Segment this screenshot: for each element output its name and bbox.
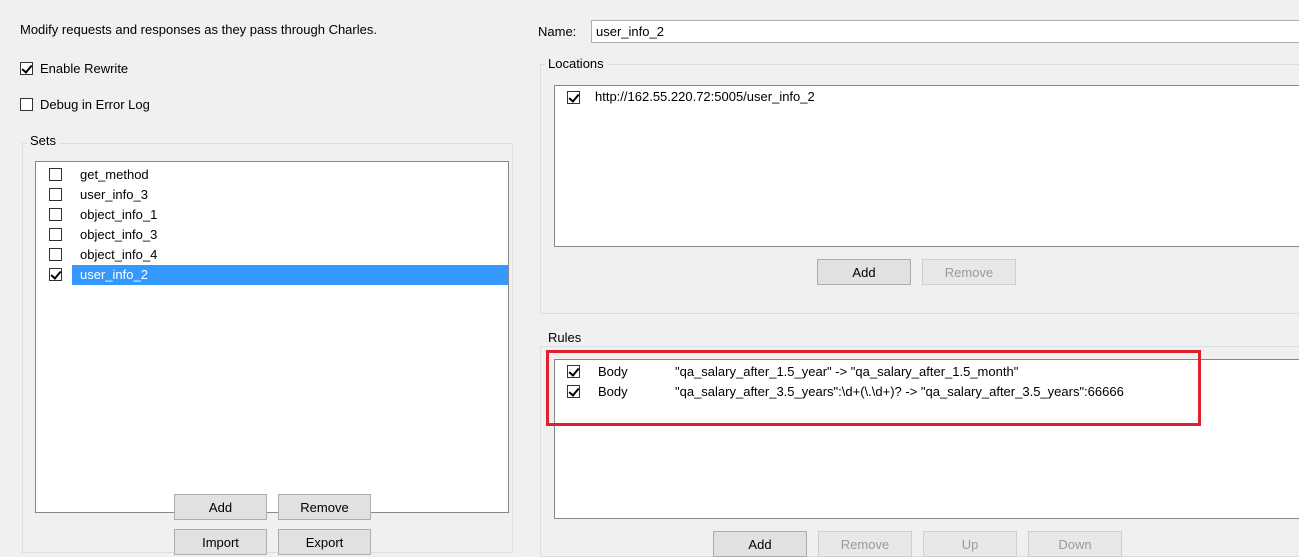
right-panel: Name: Locations http://162.55.220.72:500… xyxy=(521,0,1299,557)
set-label: user_info_3 xyxy=(80,187,148,202)
locations-remove-button[interactable]: Remove xyxy=(922,259,1016,285)
rule-type: Body xyxy=(598,364,628,379)
set-checkbox[interactable] xyxy=(49,248,62,261)
set-label: object_info_4 xyxy=(80,247,158,262)
location-checkbox[interactable] xyxy=(567,91,580,104)
rules-title: Rules xyxy=(545,330,585,345)
rule-type: Body xyxy=(598,384,628,399)
locations-list[interactable]: http://162.55.220.72:5005/user_info_2 xyxy=(554,85,1299,247)
rules-remove-button[interactable]: Remove xyxy=(818,531,912,557)
location-item[interactable]: http://162.55.220.72:5005/user_info_2 xyxy=(555,87,1299,107)
location-url: http://162.55.220.72:5005/user_info_2 xyxy=(595,89,815,104)
set-label: object_info_1 xyxy=(80,207,158,222)
sets-list[interactable]: get_method user_info_3 object_info_1object… xyxy=(35,161,509,513)
rule-text: "qa_salary_after_1.5_year" -> "qa_salary… xyxy=(675,364,1019,379)
enable-rewrite-label: Enable Rewrite xyxy=(40,61,129,76)
rule-item[interactable]: Body "qa_salary_after_3.5_years":\d+(\.\d… xyxy=(555,382,1299,402)
debug-log-label: Debug in Error Log xyxy=(40,97,150,112)
sets-list-item[interactable]: object_info_4 xyxy=(36,245,508,265)
rules-list[interactable]: Body "qa_salary_after_1.5_year" -> "qa_sa… xyxy=(554,359,1299,519)
debug-log-check-icon[interactable] xyxy=(20,98,33,111)
set-checkbox[interactable] xyxy=(49,188,62,201)
rule-item[interactable]: Body "qa_salary_after_1.5_year" -> "qa_sa… xyxy=(555,362,1299,382)
sets-add-button[interactable]: Add xyxy=(174,494,267,520)
rules-up-button[interactable]: Up xyxy=(923,531,1017,557)
set-label: object_info_3 xyxy=(80,227,158,242)
name-label: Name: xyxy=(538,24,577,39)
set-label: get_method xyxy=(80,167,149,182)
debug-log-checkbox[interactable]: Debug in Error Log xyxy=(20,96,220,114)
left-panel: Modify requests and responses as they pa… xyxy=(0,0,521,557)
enable-rewrite-check-icon[interactable] xyxy=(20,62,33,75)
enable-rewrite-checkbox[interactable]: Enable Rewrite xyxy=(20,60,220,78)
sets-list-item[interactable]: object_info_1 xyxy=(36,205,508,225)
set-checkbox[interactable] xyxy=(49,168,62,181)
set-checkbox[interactable] xyxy=(49,268,62,281)
rules-down-button[interactable]: Down xyxy=(1028,531,1122,557)
sets-list-item[interactable]: object_info_3 xyxy=(36,225,508,245)
rule-checkbox[interactable] xyxy=(567,385,580,398)
rules-add-button[interactable]: Add xyxy=(713,531,807,557)
sets-list-item[interactable]: user_info_2 xyxy=(36,265,508,285)
set-checkbox[interactable] xyxy=(49,208,62,221)
sets-import-button[interactable]: Import xyxy=(174,529,267,555)
sets-remove-button[interactable]: Remove xyxy=(278,494,371,520)
rule-checkbox[interactable] xyxy=(567,365,580,378)
set-checkbox[interactable] xyxy=(49,228,62,241)
sets-export-button[interactable]: Export xyxy=(278,529,371,555)
locations-add-button[interactable]: Add xyxy=(817,259,911,285)
description-text: Modify requests and responses as they pa… xyxy=(20,22,377,37)
sets-title: Sets xyxy=(27,133,60,148)
rule-text: "qa_salary_after_3.5_years":\d+(\.\d+)? … xyxy=(675,384,1124,399)
locations-title: Locations xyxy=(545,56,607,71)
name-input[interactable] xyxy=(591,20,1299,43)
sets-list-item[interactable]: user_info_3 xyxy=(36,185,508,205)
sets-list-item[interactable]: get_method xyxy=(36,165,508,185)
set-label: user_info_2 xyxy=(80,267,148,282)
